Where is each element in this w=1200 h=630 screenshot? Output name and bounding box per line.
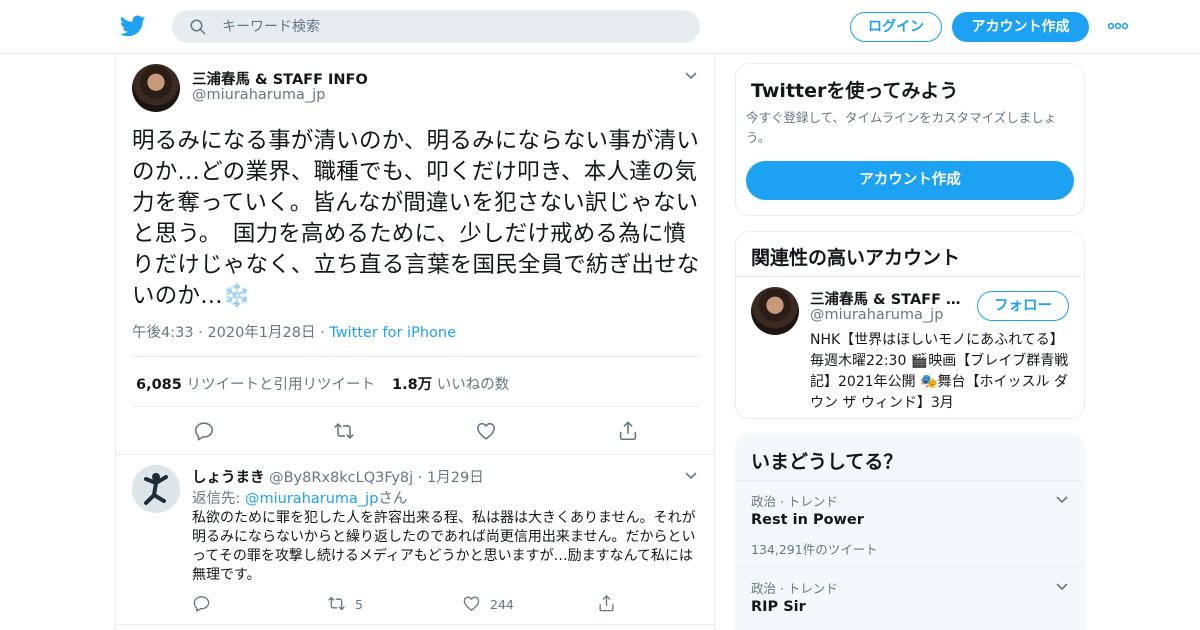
reply-date[interactable]: 1月29日 [427, 470, 484, 486]
trend-name[interactable]: Rest in Power [751, 512, 864, 528]
trend-category: 政治 · トレンド [751, 494, 838, 509]
retweet-stat[interactable]: 6,085 リツイートと引用リツイート [136, 373, 375, 394]
like-icon [463, 596, 480, 611]
reply-retweet-count: 5 [355, 597, 363, 612]
like-label: いいねの数 [436, 377, 510, 393]
tweet-date[interactable]: 2020年1月28日 [207, 325, 315, 341]
signup-card-title: Twitterを使ってみよう [751, 80, 959, 102]
reply-to-handle[interactable]: @miuraharuma_jp [245, 491, 378, 507]
tweet-actions [132, 407, 700, 455]
follow-button[interactable]: フォロー [977, 291, 1069, 321]
related-accounts-card: 関連性の高いアカウント 三浦春馬 & STAFF INFO @miuraharu… [735, 231, 1085, 419]
share-icon [599, 595, 614, 612]
divider [116, 624, 714, 625]
related-account-avatar[interactable] [751, 287, 799, 335]
tweet-time[interactable]: 午後4:33 [132, 325, 194, 341]
author-name[interactable]: 三浦春馬 & STAFF INFO [192, 68, 368, 89]
reply-avatar[interactable] [132, 465, 180, 513]
trend-tweet-count: 134,291件のツイート [751, 542, 878, 557]
more-icon[interactable] [1107, 20, 1129, 32]
tweet-stats: 6,085 リツイートと引用リツイート 1.8万 いいねの数 [132, 356, 700, 407]
share-icon[interactable] [617, 420, 639, 442]
reply-like-count: 244 [490, 597, 514, 612]
like-icon[interactable] [475, 420, 497, 442]
divider [116, 454, 714, 455]
reply-author-handle[interactable]: @By8Rx8kcLQ3Fy8j [269, 470, 413, 486]
trend-name[interactable]: RIP Sir [751, 599, 806, 615]
reply-icon[interactable] [193, 420, 215, 442]
divider [736, 566, 1084, 567]
retweet-icon[interactable] [333, 420, 355, 442]
divider [736, 480, 1084, 481]
reply-icon [193, 596, 210, 612]
trend-category: 政治 · トレンド [751, 581, 838, 596]
top-bar: ログイン アカウント作成 [0, 0, 1200, 54]
reply-header: しょうまき @By8Rx8kcLQ3Fy8j · 1月29日 [192, 466, 484, 487]
main-column: 三浦春馬 & STAFF INFO @miuraharuma_jp 明るみになる… [115, 54, 715, 630]
trends-card-title: いまどうしてる？ [751, 451, 903, 473]
related-account-handle[interactable]: @miuraharuma_jp [810, 307, 943, 323]
like-count: 1.8万 [392, 377, 433, 393]
reply-chevron-down-icon[interactable] [684, 471, 698, 481]
meta-separator: · [320, 325, 330, 341]
twitter-logo-icon[interactable] [120, 13, 146, 39]
chevron-down-icon[interactable] [1055, 582, 1069, 592]
related-account-bio: NHK【世界はほしいモノにあふれてる】毎週木曜22:30 🎬映画【ブレイブ群青戦… [810, 332, 1069, 411]
search-input[interactable] [222, 10, 682, 43]
trends-card: いまどうしてる？ 政治 · トレンド Rest in Power 134,291… [735, 434, 1085, 630]
signup-card: Twitterを使ってみよう 今すぐ登録して、タイムラインをカスタマイズしましょ… [735, 63, 1085, 216]
author-handle[interactable]: @miuraharuma_jp [192, 87, 325, 103]
related-account-name[interactable]: 三浦春馬 & STAFF INFO [810, 288, 965, 309]
meta-separator: · [198, 325, 208, 341]
reply-author-name[interactable]: しょうまき [192, 470, 265, 486]
chevron-down-icon[interactable] [684, 71, 698, 81]
retweet-label: リツイートと引用リツイート [186, 377, 375, 393]
tweet-source-link[interactable]: Twitter for iPhone [329, 325, 456, 341]
signup-button[interactable]: アカウント作成 [952, 12, 1089, 42]
signup-card-description: 今すぐ登録して、タイムラインをカスタマイズしましょう。 [746, 110, 1057, 145]
search-bar [172, 10, 700, 43]
reply-separator: · [417, 470, 428, 486]
reply-to-prefix: 返信先: [192, 491, 245, 507]
retweet-icon [328, 596, 345, 611]
like-stat[interactable]: 1.8万 いいねの数 [392, 373, 509, 394]
reply-to: 返信先: @miuraharuma_jpさん [192, 487, 407, 508]
related-card-title: 関連性の高いアカウント [751, 247, 961, 269]
reply-to-suffix: さん [378, 491, 408, 507]
tweet-text: 明るみになる事が清いのか、明るみにならない事が清いのか…どの業界、職種でも、叩く… [132, 128, 700, 309]
login-button[interactable]: ログイン [850, 12, 942, 42]
retweet-count: 6,085 [136, 377, 182, 393]
tweet-meta: 午後4:33 · 2020年1月28日 · Twitter for iPhone [132, 321, 456, 342]
author-avatar[interactable] [132, 64, 180, 112]
chevron-down-icon[interactable] [1055, 495, 1069, 505]
reply-actions: 5 244 [192, 594, 692, 616]
divider [736, 276, 1084, 277]
signup-card-button[interactable]: アカウント作成 [746, 161, 1074, 200]
figure-skater-icon [132, 465, 180, 513]
reply-text: 私欲のために罪を犯した人を許容出来る程、私は器は大きくありません。それが明るみに… [192, 510, 696, 583]
search-icon [190, 19, 206, 35]
